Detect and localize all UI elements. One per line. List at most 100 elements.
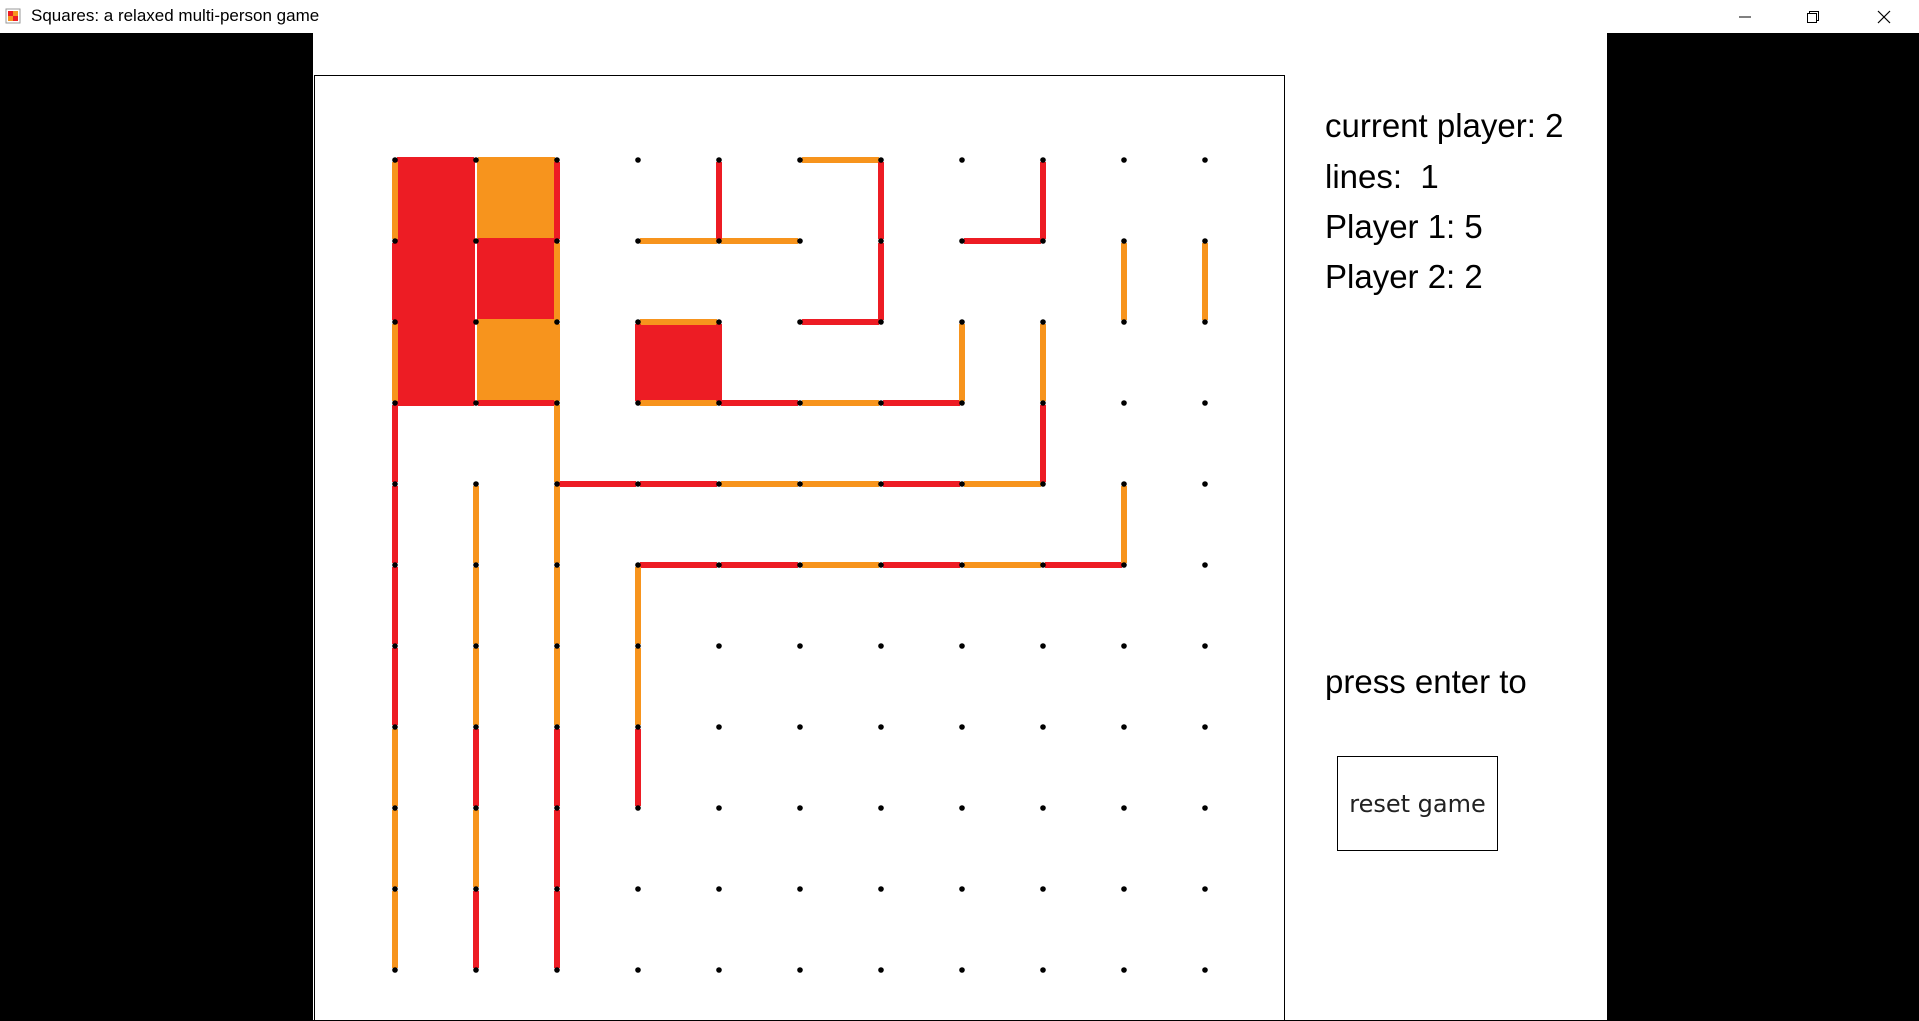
grid-dot (878, 643, 884, 649)
grid-dot (473, 886, 479, 892)
grid-dot (1040, 967, 1046, 973)
grid-dot (959, 643, 965, 649)
close-icon (1877, 10, 1891, 23)
player1-score: Player 1: 5 (1325, 208, 1483, 245)
grid-dot (1121, 481, 1127, 487)
grid-dot (1040, 562, 1046, 568)
grid-dot (959, 805, 965, 811)
grid-dot (959, 886, 965, 892)
grid-dot (1121, 319, 1127, 325)
close-button[interactable] (1849, 0, 1919, 33)
grid-dot (959, 238, 965, 244)
player2-score: Player 2: 2 (1325, 258, 1483, 295)
grid-dot (716, 724, 722, 730)
grid-dot (716, 886, 722, 892)
reset-prompt: press enter to (1325, 663, 1527, 700)
grid-dot (1040, 643, 1046, 649)
grid-dot (716, 481, 722, 487)
grid-dot (392, 562, 398, 568)
claimed-square (476, 322, 557, 403)
grid-dot (878, 562, 884, 568)
grid-dot (635, 238, 641, 244)
grid-dot (392, 481, 398, 487)
grid-dot (392, 805, 398, 811)
grid-dot (392, 400, 398, 406)
grid-dot (473, 562, 479, 568)
grid-dot (797, 967, 803, 973)
grid-dot (392, 238, 398, 244)
grid-dot (1121, 400, 1127, 406)
grid-dot (635, 724, 641, 730)
grid-dot (392, 886, 398, 892)
grid-dot (716, 238, 722, 244)
grid-dot (1040, 238, 1046, 244)
grid-dot (797, 643, 803, 649)
grid-dot (473, 319, 479, 325)
restore-icon (1807, 10, 1819, 23)
grid-dot (554, 319, 560, 325)
grid-dot (797, 481, 803, 487)
grid-dot (392, 319, 398, 325)
board-canvas[interactable] (315, 76, 1286, 1021)
window-title: Squares: a relaxed multi-person game (31, 6, 320, 25)
claimed-square (395, 241, 476, 322)
grid-dot (878, 319, 884, 325)
restore-button[interactable] (1778, 0, 1848, 33)
grid-dot (1202, 562, 1208, 568)
grid-dot (959, 724, 965, 730)
grid-dot (554, 805, 560, 811)
grid-dot (878, 805, 884, 811)
grid-dot (878, 724, 884, 730)
grid-dot (1121, 238, 1127, 244)
grid-dot (635, 886, 641, 892)
title-bar: Squares: a relaxed multi-person game (0, 0, 1919, 33)
grid-dot (1040, 805, 1046, 811)
grid-dot (878, 481, 884, 487)
grid-dot (473, 238, 479, 244)
grid-dot (959, 157, 965, 163)
grid-dot (554, 967, 560, 973)
grid-dot (1040, 481, 1046, 487)
claimed-square (476, 160, 557, 241)
grid-dot (878, 157, 884, 163)
grid-dot (1202, 805, 1208, 811)
grid-dot (554, 724, 560, 730)
grid-dot (797, 805, 803, 811)
grid-dot (716, 643, 722, 649)
grid-dot (797, 886, 803, 892)
grid-dot (635, 400, 641, 406)
grid-dot (473, 157, 479, 163)
grid-dot (473, 643, 479, 649)
grid-dot (959, 481, 965, 487)
minimize-button[interactable] (1710, 0, 1780, 33)
grid-dot (392, 724, 398, 730)
grid-dot (1040, 886, 1046, 892)
grid-dot (392, 967, 398, 973)
grid-dot (716, 319, 722, 325)
grid-dot (959, 400, 965, 406)
reset-game-button[interactable]: reset game (1337, 756, 1498, 851)
grid-dot (554, 886, 560, 892)
grid-dot (554, 157, 560, 163)
grid-dot (797, 157, 803, 163)
grid-dot (797, 724, 803, 730)
grid-dot (878, 238, 884, 244)
grid-dot (1202, 724, 1208, 730)
grid-dot (716, 400, 722, 406)
grid-dot (878, 967, 884, 973)
grid-dot (392, 643, 398, 649)
grid-dot (797, 319, 803, 325)
grid-dot (554, 238, 560, 244)
grid-dot (473, 481, 479, 487)
grid-dot (797, 400, 803, 406)
grid-dot (1121, 157, 1127, 163)
grid-dot (635, 481, 641, 487)
grid-dot (1121, 805, 1127, 811)
claimed-square (395, 160, 476, 241)
current-player-label: current player: 2 (1325, 107, 1564, 144)
grid-dot (635, 805, 641, 811)
grid-dot (635, 643, 641, 649)
grid-dot (1040, 319, 1046, 325)
game-board[interactable] (314, 75, 1285, 1020)
grid-dot (554, 643, 560, 649)
